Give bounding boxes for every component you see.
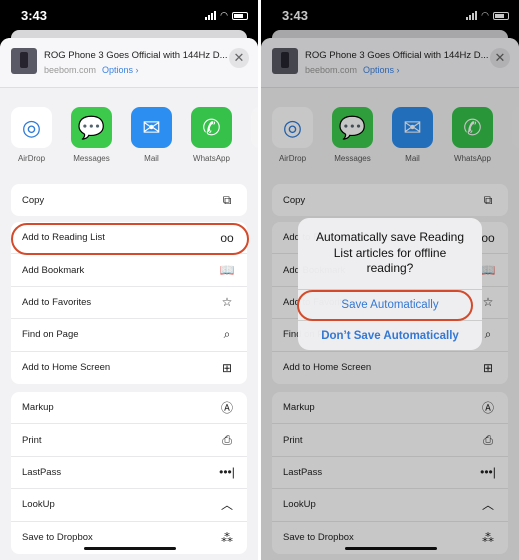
app-messages[interactable]: 💬 Messages [71,107,112,163]
markup-icon: Ⓐ [220,401,233,416]
action-label: LastPass [22,466,62,478]
app-label: AirDrop [17,154,46,163]
instagram-icon [251,107,258,148]
lastpass-icon: •••| [219,465,235,480]
share-header: ROG Phone 3 Goes Official with 144Hz D..… [0,38,258,88]
app-row: ◎ AirDrop 💬 Messages ✉ Mail ✆ WhatsApp I… [11,107,258,163]
app-airdrop[interactable]: ◎ AirDrop [11,107,52,163]
whatsapp-icon: ✆ [191,107,232,148]
status-bar: 3:43 ◠ [0,0,258,30]
action-add-to-home-screen[interactable]: Add to Home Screen ⊞ [11,352,247,384]
copy-icon: ⧉ [222,192,232,207]
action-label: LookUp [22,499,55,511]
search-icon: ⌕ [223,327,231,342]
action-group: Markup Ⓐ Print ⎙ LastPass •••| LookUp ︿ … [11,392,247,554]
action-find-on-page[interactable]: Find on Page ⌕ [11,319,247,352]
app-label: Messages [73,154,110,163]
app-label: WhatsApp [193,154,230,163]
action-label: Save to Dropbox [22,532,93,544]
action-label: Markup [22,402,54,414]
messages-icon: 💬 [71,107,112,148]
action-add-bookmark[interactable]: Add Bookmark 📖 [11,254,247,287]
action-label: Add to Favorites [22,296,92,308]
highlight-oval [11,223,249,255]
alert-message: Automatically save Reading List articles… [315,230,465,275]
action-lookup[interactable]: LookUp ︿ [11,489,247,522]
signal-icon [205,11,217,20]
mail-icon: ✉ [131,107,172,148]
app-ins[interactable]: Ins [251,107,258,163]
action-lastpass[interactable]: LastPass •••| [11,457,247,490]
app-label: Mail [144,154,159,163]
battery-icon [232,11,248,20]
action-markup[interactable]: Markup Ⓐ [11,392,247,425]
highlight-oval [297,290,473,321]
wifi-icon: ◠ [220,10,228,20]
action-print[interactable]: Print ⎙ [11,424,247,457]
article-title: ROG Phone 3 Goes Official with 144Hz D..… [44,50,228,61]
status-time: 3:43 [21,8,48,23]
action-label: Print [22,434,42,446]
dropbox-icon: ⁂ [221,530,233,545]
share-sheet-screen-with-alert: 3:43 ◠ ROG Phone 3 Goes Official with 14… [261,0,519,560]
dont-save-automatically-button[interactable]: Don’t Save Automatically [298,319,482,351]
action-label: Add to Home Screen [22,362,111,374]
options-link[interactable]: Options › [102,65,139,75]
article-thumbnail [11,48,37,74]
printer-icon: ⎙ [222,432,232,447]
star-icon: ☆ [221,295,233,310]
home-indicator[interactable] [84,547,176,550]
share-sheet-screen: 3:43 ◠ ROG Phone 3 Goes Official with 14… [0,0,258,560]
share-sheet: ROG Phone 3 Goes Official with 144Hz D..… [0,38,258,560]
app-label: Ins [251,154,258,163]
close-button[interactable]: ✕ [229,48,249,68]
action-label: Copy [22,194,45,206]
action-label: Find on Page [22,329,79,341]
app-mail[interactable]: ✉ Mail [131,107,172,163]
airdrop-icon: ◎ [11,107,52,148]
chevron-up-icon: ︿ [220,498,233,513]
action-group: Copy ⧉ [11,184,247,217]
book-icon: 📖 [219,263,235,278]
action-label: Add Bookmark [22,264,85,276]
plus-square-icon: ⊞ [221,360,233,375]
action-copy[interactable]: Copy ⧉ [11,184,247,216]
article-domain: beebom.com [44,65,97,75]
app-whatsapp[interactable]: ✆ WhatsApp [191,107,232,163]
alert-dialog: Automatically save Reading List articles… [298,218,482,350]
action-add-to-favorites[interactable]: Add to Favorites ☆ [11,287,247,320]
